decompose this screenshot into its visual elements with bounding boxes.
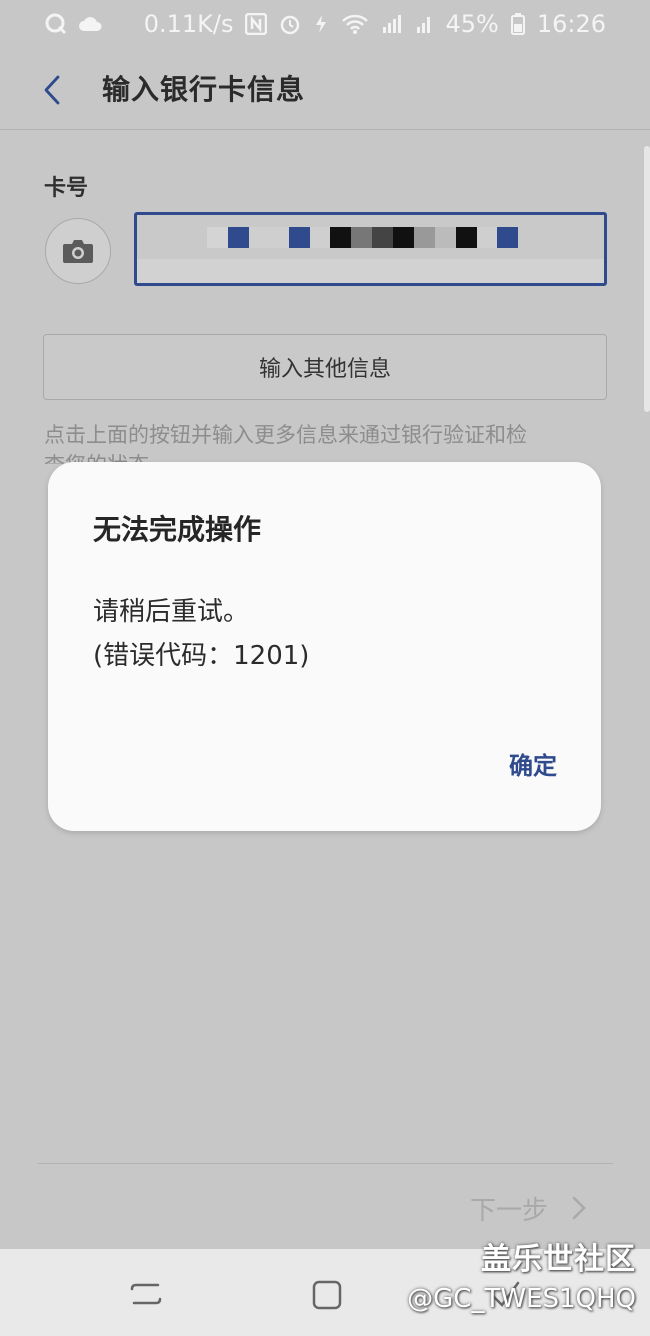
battery-icon — [510, 13, 525, 35]
camera-icon — [63, 240, 93, 263]
next-button-label: 下一步 — [470, 1195, 549, 1226]
status-right: 0.11K/s 45% 16:26 — [144, 10, 606, 38]
cloud-icon — [78, 15, 102, 33]
watermark: 盖乐世社区 @GC_TWES1QHQ — [407, 1234, 636, 1314]
app-bar: 输入银行卡信息 — [0, 48, 650, 130]
alarm-icon — [279, 13, 301, 35]
clock: 16:26 — [536, 10, 606, 38]
card-number-label: 卡号 — [44, 176, 89, 201]
watermark-community: 盖乐世社区 — [481, 1242, 636, 1277]
home-icon[interactable] — [311, 1279, 343, 1315]
signal-icon — [415, 13, 433, 35]
chevron-left-icon — [44, 75, 60, 105]
recent-apps-icon[interactable] — [130, 1279, 162, 1313]
divider — [38, 1163, 613, 1164]
dialog-message-line1: 请稍后重试。 — [93, 597, 250, 627]
scan-card-button[interactable] — [45, 218, 111, 284]
dialog-title: 无法完成操作 — [93, 513, 262, 546]
signal-icon — [381, 13, 403, 35]
error-dialog: 无法完成操作 请稍后重试。 (错误代码：1201) 确定 — [48, 462, 601, 831]
back-button[interactable] — [36, 70, 68, 110]
data-icon — [313, 13, 329, 35]
enter-other-info-label: 输入其他信息 — [258, 357, 391, 382]
nfc-icon — [245, 13, 268, 35]
status-left — [44, 12, 102, 36]
dialog-error-code: (错误代码：1201) — [93, 641, 310, 671]
enter-other-info-button[interactable]: 输入其他信息 — [43, 334, 607, 400]
q-app-icon — [44, 12, 68, 36]
hint-text: 点击上面的按钮并输入更多信息来通过银行验证和检查您的状态 — [44, 423, 527, 464]
status-bar: 0.11K/s 45% 16:26 — [0, 0, 650, 48]
dialog-message: 请稍后重试。 (错误代码：1201) — [93, 590, 309, 678]
watermark-user: @GC_TWES1QHQ — [407, 1284, 636, 1314]
masked-card-number — [207, 227, 518, 248]
battery-level: 45% — [445, 10, 499, 38]
wifi-icon — [341, 13, 369, 35]
page-title: 输入银行卡信息 — [102, 73, 306, 106]
card-number-field[interactable] — [134, 212, 607, 286]
chevron-right-icon — [572, 1196, 586, 1220]
scrollbar[interactable] — [644, 146, 650, 412]
network-speed: 0.11K/s — [143, 10, 234, 38]
masked-area — [137, 259, 604, 283]
next-button[interactable]: 下一步 — [470, 1188, 586, 1228]
ok-button[interactable]: 确定 — [505, 742, 561, 785]
